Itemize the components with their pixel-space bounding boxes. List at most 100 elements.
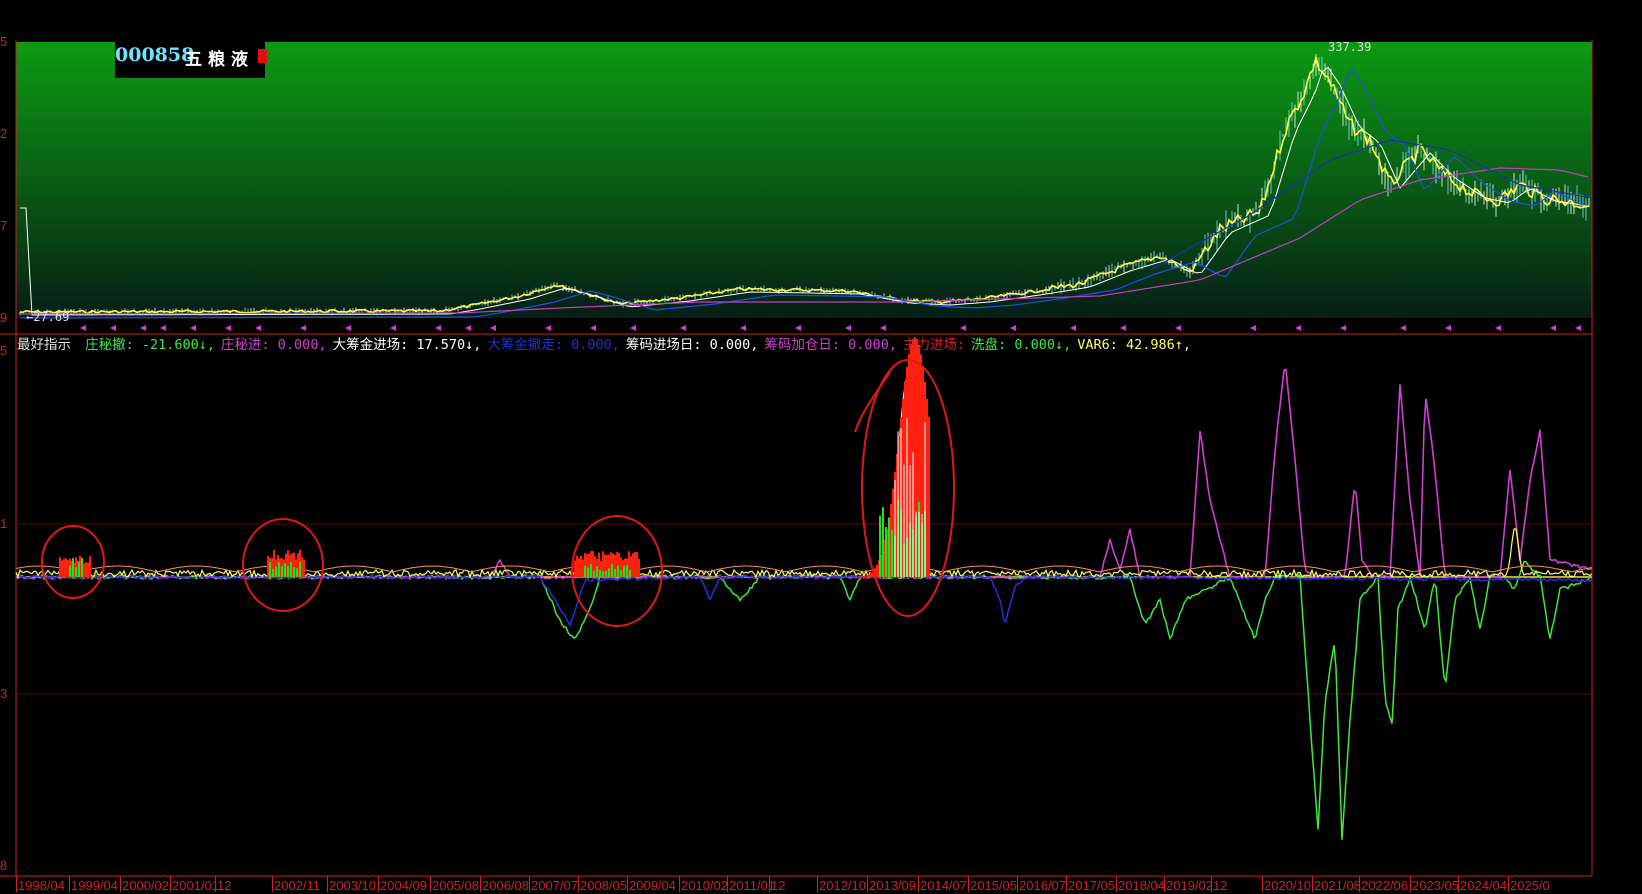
date-axis-label: 2014/07 [920, 878, 967, 893]
date-axis-label: 1998/04 [18, 878, 65, 893]
signal-marker [630, 325, 636, 331]
indicator-item: 洗盘: 0.000↓, [971, 337, 1072, 353]
signal-marker [390, 325, 396, 331]
date-axis-label: 2016/07 [1019, 878, 1066, 893]
annotation-circles [41, 359, 955, 627]
indicator-readout: 最好指示 庄秘撤: -21.600↓, 庄秘进: 0.000, 大筹金进场: 17.… [17, 333, 1191, 353]
indicator-axis-label: 1 [0, 516, 8, 531]
signal-marker [795, 325, 801, 331]
date-axis-separator [1359, 876, 1360, 892]
date-axis-label: 2013/09 [869, 878, 916, 893]
date-axis-label: 2007/07 [531, 878, 578, 893]
date-axis-separator [215, 876, 216, 892]
indicator-item: 庄秘撤: -21.600↓, [85, 337, 216, 353]
stock-chart-window: 000858 五粮液 5 2 7 9 337.39 ←27.69 5 1 3 8… [0, 0, 1642, 894]
indicator-item: 筹码进场日: 0.000, [625, 337, 759, 353]
date-axis-separator [769, 876, 770, 892]
signal-marker [1295, 325, 1301, 331]
date-axis-separator [1211, 876, 1212, 892]
signal-marker [160, 325, 166, 331]
indicator-item: 筹码加仓日: 0.000, [764, 337, 897, 353]
signal-marker [845, 325, 851, 331]
signal-marker [110, 325, 116, 331]
indicator-title: 最好指示 [17, 337, 71, 353]
signal-marker [1400, 325, 1406, 331]
date-axis-label: 2021/08 [1314, 878, 1361, 893]
date-axis-separator [1262, 876, 1263, 892]
date-axis-label: 12 [217, 878, 232, 893]
date-axis-separator [1410, 876, 1411, 892]
date-axis-label: 12 [771, 878, 786, 893]
date-axis-separator [529, 876, 530, 892]
stock-title-box: 000858 五粮液 [115, 42, 267, 78]
chart-canvas[interactable] [0, 0, 1642, 894]
indicator-item: 大筹金撤走: 0.000, [487, 337, 620, 353]
signal-marker [345, 325, 351, 331]
date-axis-separator [1017, 876, 1018, 892]
indicator-blue-line [15, 574, 1593, 628]
signal-marker [140, 325, 146, 331]
date-axis-separator [378, 876, 379, 892]
date-axis-separator [69, 876, 70, 892]
signal-marker [225, 325, 231, 331]
date-axis-separator [578, 876, 579, 892]
signal-markers [80, 325, 1581, 331]
price-axis-label: 5 [0, 34, 8, 49]
date-axis-separator [1458, 876, 1459, 892]
signal-marker [190, 325, 196, 331]
indicator-item: 庄秘进: 0.000, [221, 337, 327, 353]
signal-marker [740, 325, 746, 331]
date-axis-separator [727, 876, 728, 892]
signal-marker [1340, 325, 1346, 331]
indicator-orange-line [15, 565, 1593, 573]
price-axis-label: 7 [0, 218, 8, 233]
date-axis-separator [679, 876, 680, 892]
signal-marker [1495, 325, 1501, 331]
signal-marker [1175, 325, 1181, 331]
date-axis-separator [968, 876, 969, 892]
date-axis: 1998/04 1999/04 2000/02 2001/01 12 2002/11 200… [16, 876, 1594, 894]
flag-icon [258, 49, 267, 63]
indicator-axis-label: 8 [0, 858, 8, 873]
indicator-yellow-line [15, 375, 1593, 579]
signal-marker [1445, 325, 1451, 331]
signal-marker [545, 325, 551, 331]
signal-marker [1250, 325, 1256, 331]
indicator-item: 大筹金进场: 17.570↓, [332, 337, 482, 353]
date-axis-label: 2009/04 [629, 878, 676, 893]
date-axis-separator [1066, 876, 1067, 892]
date-axis-label: 2008/05 [580, 878, 627, 893]
price-axis-label: 9 [0, 310, 8, 325]
signal-marker [1010, 325, 1016, 331]
date-axis-label: 2022/06 [1361, 878, 1408, 893]
date-axis-label: 2003/10 [329, 878, 376, 893]
date-axis-label: 2019/02 [1166, 878, 1213, 893]
indicator-green-line [15, 560, 1593, 840]
signal-marker [465, 325, 471, 331]
date-axis-label: 2001/01 [172, 878, 219, 893]
date-axis-separator [1116, 876, 1117, 892]
date-axis-separator [272, 876, 273, 892]
date-axis-label: 1999/04 [71, 878, 118, 893]
date-axis-label: 2020/10 [1264, 878, 1311, 893]
indicator-item: 主力进场: [902, 337, 966, 353]
date-axis-label: 2017/05 [1068, 878, 1115, 893]
date-axis-separator [1508, 876, 1509, 892]
date-axis-separator [170, 876, 171, 892]
date-axis-label: 2024/04 [1460, 878, 1507, 893]
signal-marker [960, 325, 966, 331]
date-axis-label: 12 [1213, 878, 1228, 893]
indicator-item: VAR6: 42.986↑, [1077, 337, 1192, 353]
signal-marker [880, 325, 886, 331]
date-axis-separator [480, 876, 481, 892]
indicator-magenta-line [15, 368, 1593, 581]
date-axis-label: 2006/08 [482, 878, 529, 893]
signal-marker [300, 325, 306, 331]
price-axis-label: 2 [0, 126, 8, 141]
signal-marker [680, 325, 686, 331]
indicator-axis-label: 3 [0, 686, 8, 701]
indicator-series-group [15, 337, 1593, 840]
date-axis-separator [120, 876, 121, 892]
date-axis-label: 2018/04 [1118, 878, 1165, 893]
low-price-marker: ←27.69 [26, 310, 70, 324]
